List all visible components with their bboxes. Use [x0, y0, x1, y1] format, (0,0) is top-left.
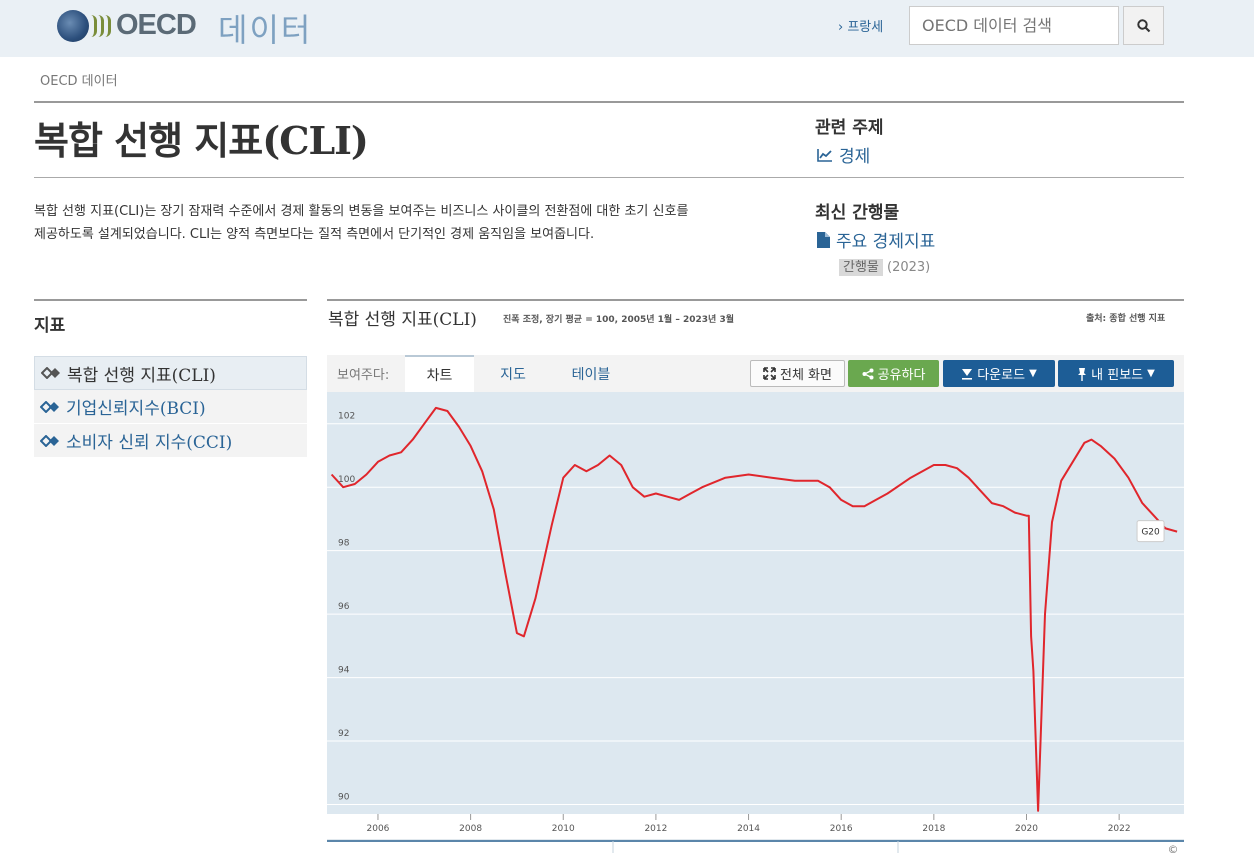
indicator-label: 소비자 신뢰 지수(CCI)	[66, 428, 232, 453]
pin-icon	[1077, 367, 1087, 381]
x-tick-label: 2008	[459, 824, 482, 834]
divider	[34, 177, 1184, 178]
brand-name: OECD	[116, 9, 196, 42]
publication-type-badge: 간행물	[839, 259, 883, 276]
pinboard-label: 내 핀보드	[1091, 364, 1143, 383]
oecd-logo[interactable]: OECD	[57, 9, 196, 42]
related-topic-link[interactable]: 경제	[817, 142, 870, 167]
publication-label: 주요 경제지표	[836, 227, 935, 252]
indicator-item-cci[interactable]: 소비자 신뢰 지수(CCI)	[34, 424, 307, 458]
download-button[interactable]: 다운로드 ▼	[943, 360, 1055, 387]
breadcrumb[interactable]: OECD 데이터	[40, 70, 118, 89]
pinboard-button[interactable]: 내 핀보드 ▼	[1058, 360, 1174, 387]
diamond-arrows-icon	[41, 367, 63, 379]
fullscreen-label: 전체 화면	[780, 364, 832, 383]
language-link[interactable]: › 프랑세	[838, 16, 883, 35]
divider	[34, 101, 1184, 103]
y-tick-label: 96	[338, 602, 350, 612]
share-icon	[862, 368, 874, 380]
tab-map[interactable]: 지도	[478, 355, 548, 392]
x-tick-label: 2018	[922, 824, 945, 834]
publication-meta: 간행물 (2023)	[839, 256, 930, 275]
divider	[327, 299, 1184, 301]
chart-subtitle: 진폭 조정, 장기 평균 = 100, 2005년 1월 – 2023년 3월	[503, 312, 734, 325]
search-input[interactable]	[909, 6, 1119, 45]
search-button[interactable]	[1123, 6, 1164, 45]
download-label: 다운로드	[977, 364, 1025, 383]
x-tick-label: 2014	[737, 824, 760, 834]
download-icon	[961, 368, 973, 380]
caret-down-icon: ▼	[1147, 368, 1155, 379]
chart-area: 9092949698100102200620082010201220142016…	[327, 392, 1184, 853]
expand-icon	[763, 367, 776, 380]
indicator-item-cli[interactable]: 복합 선행 지표(CLI)	[34, 356, 307, 390]
y-tick-label: 90	[338, 792, 350, 802]
share-label: 공유하다	[878, 364, 926, 383]
publication-year: (2023)	[887, 260, 930, 275]
x-tick-label: 2006	[367, 824, 390, 834]
y-tick-label: 94	[338, 666, 350, 676]
swoosh-icon	[91, 15, 112, 37]
globe-icon	[57, 10, 89, 42]
chart-title: 복합 선행 지표(CLI)	[328, 305, 477, 330]
site-header: OECD 데이터 › 프랑세	[0, 0, 1254, 57]
indicator-label: 복합 선행 지표(CLI)	[67, 361, 216, 386]
indicators-heading: 지표	[34, 311, 65, 336]
plot-background	[327, 392, 1184, 814]
x-tick-label: 2012	[644, 824, 667, 834]
indicator-label: 기업신뢰지수(BCI)	[66, 394, 206, 419]
tab-table[interactable]: 테이블	[552, 355, 630, 392]
diamond-arrows-icon	[40, 401, 62, 413]
section-name[interactable]: 데이터	[218, 5, 312, 51]
x-tick-label: 2022	[1108, 824, 1131, 834]
page-title: 복합 선행 지표(CLI)	[34, 110, 368, 165]
diamond-arrows-icon	[40, 435, 62, 447]
fullscreen-button[interactable]: 전체 화면	[750, 360, 845, 387]
y-tick-label: 102	[338, 412, 355, 422]
x-tick-label: 2016	[830, 824, 853, 834]
line-chart-icon	[817, 148, 833, 162]
y-tick-label: 92	[338, 729, 349, 739]
related-topic-label: 경제	[839, 142, 870, 167]
document-icon	[817, 232, 830, 248]
series-end-label: G20	[1141, 528, 1160, 538]
x-tick-label: 2010	[552, 824, 575, 834]
x-tick-label: 2020	[1015, 824, 1038, 834]
show-label: 보여주다:	[337, 364, 389, 383]
chart-toolbar: 보여주다: 차트 지도 테이블 전체 화면 공유하다 다운로드 ▼ 내 핀보드 …	[327, 355, 1184, 392]
indicator-list: 복합 선행 지표(CLI) 기업신뢰지수(BCI) 소비자 신뢰 지수(CCI)	[34, 356, 307, 458]
page-description: 복합 선행 지표(CLI)는 장기 잠재력 수준에서 경제 활동의 변동을 보여…	[34, 200, 704, 246]
publications-heading: 최신 간행물	[815, 198, 899, 223]
related-heading: 관련 주제	[815, 113, 883, 138]
line-chart[interactable]: 9092949698100102200620082010201220142016…	[327, 392, 1184, 853]
copyright-mark: ©	[1168, 843, 1179, 853]
publication-link[interactable]: 주요 경제지표	[817, 227, 935, 252]
y-tick-label: 98	[338, 539, 350, 549]
chart-source: 출처: 종합 선행 지표	[1086, 311, 1165, 324]
divider	[34, 299, 307, 301]
search-icon	[1137, 19, 1151, 33]
tab-chart[interactable]: 차트	[405, 355, 474, 392]
indicator-item-bci[interactable]: 기업신뢰지수(BCI)	[34, 390, 307, 424]
share-button[interactable]: 공유하다	[848, 360, 939, 387]
caret-down-icon: ▼	[1029, 368, 1037, 379]
